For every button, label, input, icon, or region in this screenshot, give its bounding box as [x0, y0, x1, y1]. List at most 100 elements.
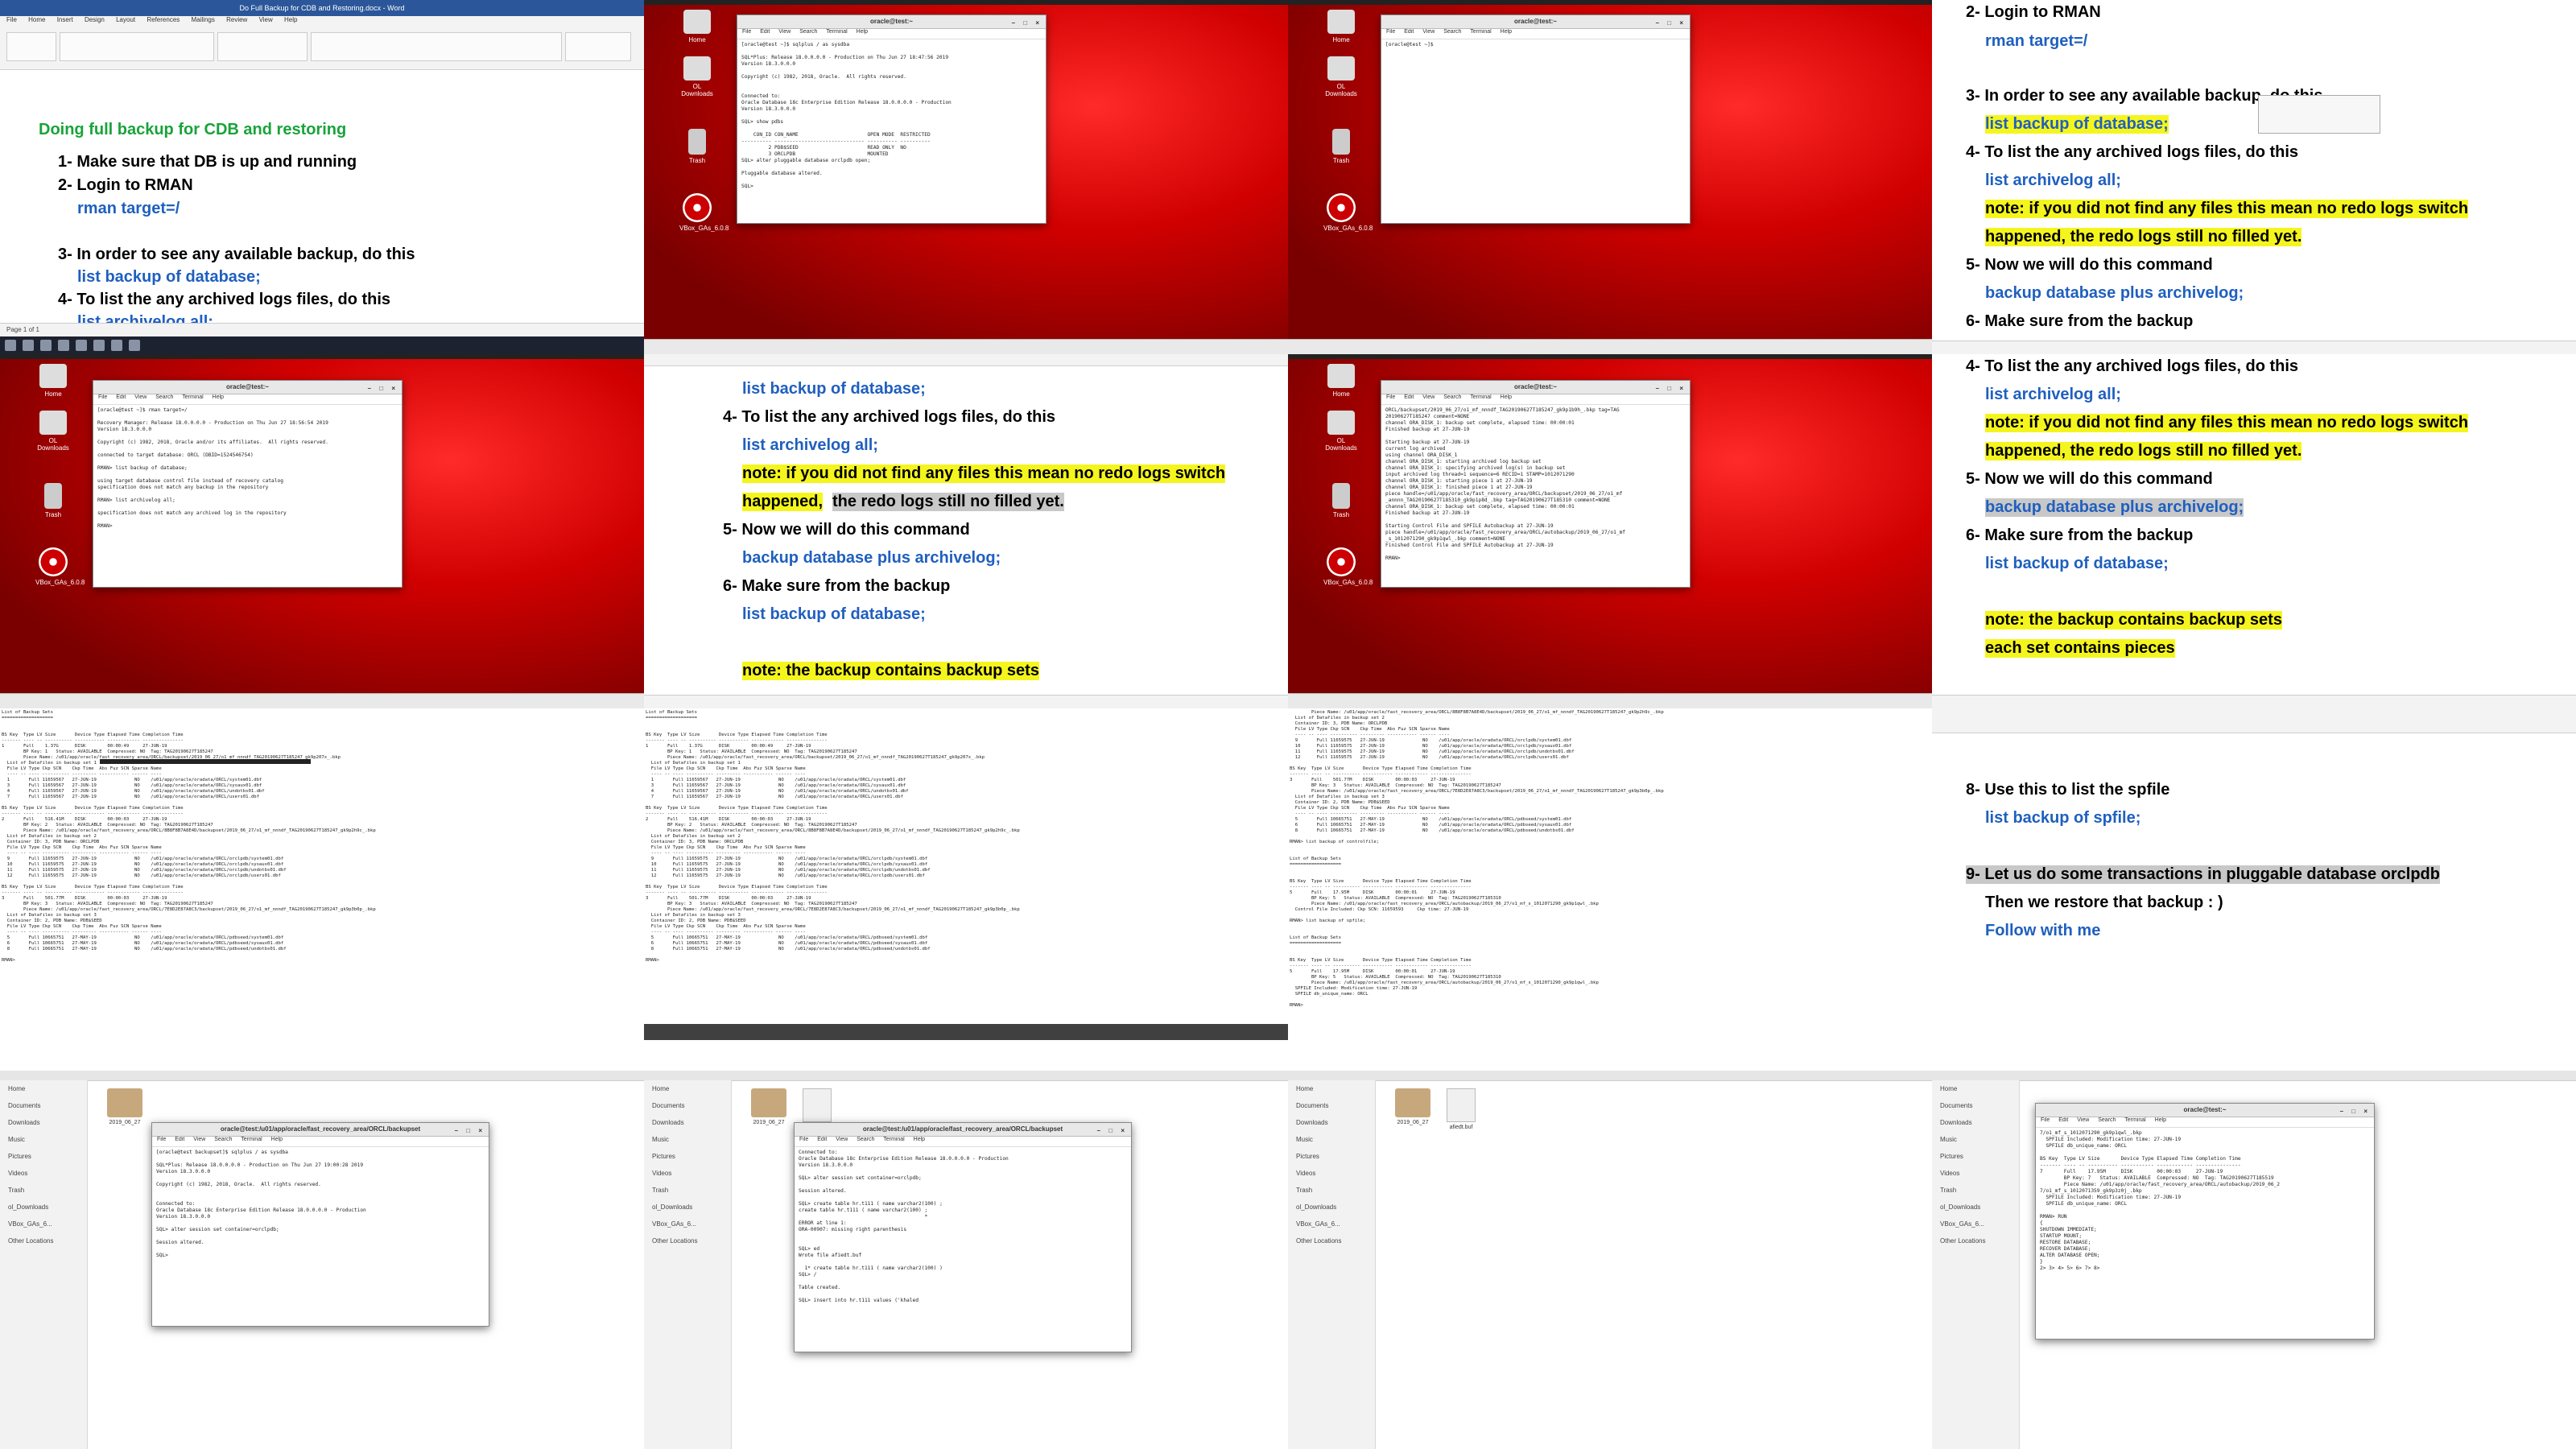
file-item[interactable]: afiedt.buf: [1441, 1088, 1481, 1130]
place-other[interactable]: Other Locations: [644, 1232, 731, 1249]
folder-item[interactable]: 2019_06_27: [105, 1088, 145, 1125]
menu-help[interactable]: Help: [2155, 1117, 2166, 1123]
menu-terminal[interactable]: Terminal: [182, 394, 203, 400]
terminal-output[interactable]: 7/o1_mf_s_1012071290_gk9p1qwl_.bkp SPFIL…: [2036, 1128, 2374, 1274]
place-vbox[interactable]: VBox_GAs_6...: [644, 1216, 731, 1232]
place-music[interactable]: Music: [0, 1131, 87, 1148]
menu-view[interactable]: View: [134, 394, 147, 400]
tab-design[interactable]: Design: [85, 16, 105, 23]
mini-toolbar[interactable]: [2258, 95, 2380, 134]
place-vbox[interactable]: VBox_GAs_6...: [1288, 1216, 1375, 1232]
place-videos[interactable]: Videos: [1288, 1165, 1375, 1182]
place-music[interactable]: Music: [1932, 1131, 2019, 1148]
menu-edit[interactable]: Edit: [760, 29, 770, 35]
tab-help[interactable]: Help: [284, 16, 297, 23]
menu-terminal[interactable]: Terminal: [1470, 394, 1491, 400]
place-downloads[interactable]: Downloads: [1932, 1114, 2019, 1131]
paragraph-group[interactable]: [217, 32, 308, 61]
desktop-icon-trash[interactable]: Trash: [679, 129, 715, 164]
terminal-output[interactable]: Piece Name: /u01/app/oracle/fast_recover…: [1288, 708, 1932, 1009]
desktop-icon-trash[interactable]: Trash: [1323, 129, 1359, 164]
menu-help[interactable]: Help: [914, 1137, 925, 1142]
window-controls[interactable]: – □ ×: [1656, 382, 1686, 395]
menu-terminal[interactable]: Terminal: [883, 1137, 904, 1142]
menu-file[interactable]: File: [1386, 394, 1395, 400]
place-videos[interactable]: Videos: [0, 1165, 87, 1182]
terminal-output[interactable]: List of Backup Sets =================== …: [0, 708, 644, 964]
menu-view[interactable]: View: [2077, 1117, 2089, 1123]
place-pictures[interactable]: Pictures: [0, 1148, 87, 1165]
desktop-icon-trash[interactable]: Trash: [35, 483, 71, 518]
window-controls[interactable]: – □ ×: [1097, 1125, 1128, 1137]
desktop-icon-home[interactable]: Home: [1323, 10, 1359, 43]
window-controls[interactable]: – □ ×: [455, 1125, 485, 1137]
menu-help[interactable]: Help: [857, 29, 868, 35]
menu-terminal[interactable]: Terminal: [2124, 1117, 2145, 1123]
menu-view[interactable]: View: [778, 29, 791, 35]
terminal-output[interactable]: [oracle@test ~]$: [1381, 39, 1690, 51]
word-icon[interactable]: [93, 340, 105, 351]
place-documents[interactable]: Documents: [1288, 1097, 1375, 1114]
place-ol-downloads[interactable]: ol_Downloads: [0, 1199, 87, 1216]
menu-help[interactable]: Help: [1501, 394, 1512, 400]
menu-terminal[interactable]: Terminal: [826, 29, 847, 35]
search-icon[interactable]: [23, 340, 34, 351]
menu-view[interactable]: View: [836, 1137, 848, 1142]
menu-file[interactable]: File: [2041, 1117, 2050, 1123]
desktop-icon-vbox[interactable]: VBox_GAs_6.0.8: [35, 547, 85, 586]
place-trash[interactable]: Trash: [0, 1182, 87, 1199]
place-home[interactable]: Home: [644, 1080, 731, 1097]
tab-home[interactable]: Home: [28, 16, 45, 23]
window-controls[interactable]: – □ ×: [1012, 17, 1042, 30]
menu-edit[interactable]: Edit: [116, 394, 126, 400]
place-home[interactable]: Home: [1932, 1080, 2019, 1097]
terminal-output[interactable]: List of Backup Sets =================== …: [644, 708, 1288, 964]
place-documents[interactable]: Documents: [1932, 1097, 2019, 1114]
terminal-window[interactable]: oracle@test:~ – □ × File Edit View Search…: [1381, 14, 1690, 224]
menu-view[interactable]: View: [1422, 29, 1435, 35]
folder-item[interactable]: 2019_06_27: [749, 1088, 789, 1125]
desktop-icon-vbox[interactable]: VBox_GAs_6.0.8: [1323, 193, 1373, 232]
file-item[interactable]: [797, 1088, 837, 1125]
menu-edit[interactable]: Edit: [1404, 29, 1414, 35]
editing-group[interactable]: [565, 32, 631, 61]
terminal-window[interactable]: oracle@test:/u01/app/oracle/fast_recover…: [151, 1122, 489, 1327]
task-view-icon[interactable]: [40, 340, 52, 351]
place-vbox[interactable]: VBox_GAs_6...: [0, 1216, 87, 1232]
place-ol-downloads[interactable]: ol_Downloads: [1288, 1199, 1375, 1216]
menu-search[interactable]: Search: [1443, 394, 1461, 400]
window-controls[interactable]: – □ ×: [2340, 1105, 2371, 1118]
place-pictures[interactable]: Pictures: [1932, 1148, 2019, 1165]
menu-terminal[interactable]: Terminal: [1470, 29, 1491, 35]
place-pictures[interactable]: Pictures: [644, 1148, 731, 1165]
place-other[interactable]: Other Locations: [1288, 1232, 1375, 1249]
folder-item[interactable]: 2019_06_27: [1393, 1088, 1433, 1125]
menu-edit[interactable]: Edit: [817, 1137, 827, 1142]
place-vbox[interactable]: VBox_GAs_6...: [1932, 1216, 2019, 1232]
place-music[interactable]: Music: [644, 1131, 731, 1148]
browser-icon[interactable]: [76, 340, 87, 351]
desktop-icon-vbox[interactable]: VBox_GAs_6.0.8: [1323, 547, 1373, 586]
menu-search[interactable]: Search: [2098, 1117, 2116, 1123]
place-home[interactable]: Home: [1288, 1080, 1375, 1097]
menu-search[interactable]: Search: [214, 1137, 232, 1142]
menu-file[interactable]: File: [799, 1137, 808, 1142]
menu-terminal[interactable]: Terminal: [241, 1137, 262, 1142]
place-home[interactable]: Home: [0, 1080, 87, 1097]
menu-view[interactable]: View: [1422, 394, 1435, 400]
terminal-window[interactable]: oracle@test:~ – □ × File Edit View Search…: [2035, 1103, 2375, 1340]
place-pictures[interactable]: Pictures: [1288, 1148, 1375, 1165]
terminal-output[interactable]: [oracle@test backupset]$ sqlplus / as sy…: [152, 1147, 489, 1261]
menu-help[interactable]: Help: [271, 1137, 283, 1142]
virtualbox-icon[interactable]: [111, 340, 122, 351]
menu-edit[interactable]: Edit: [1404, 394, 1414, 400]
tab-mailings[interactable]: Mailings: [192, 16, 215, 23]
terminal-icon[interactable]: [129, 340, 140, 351]
window-controls[interactable]: – □ ×: [1656, 17, 1686, 30]
place-videos[interactable]: Videos: [1932, 1165, 2019, 1182]
font-group[interactable]: [60, 32, 214, 61]
place-videos[interactable]: Videos: [644, 1165, 731, 1182]
menu-file[interactable]: File: [157, 1137, 166, 1142]
place-music[interactable]: Music: [1288, 1131, 1375, 1148]
desktop-icon-downloads[interactable]: OL Downloads: [35, 411, 71, 452]
